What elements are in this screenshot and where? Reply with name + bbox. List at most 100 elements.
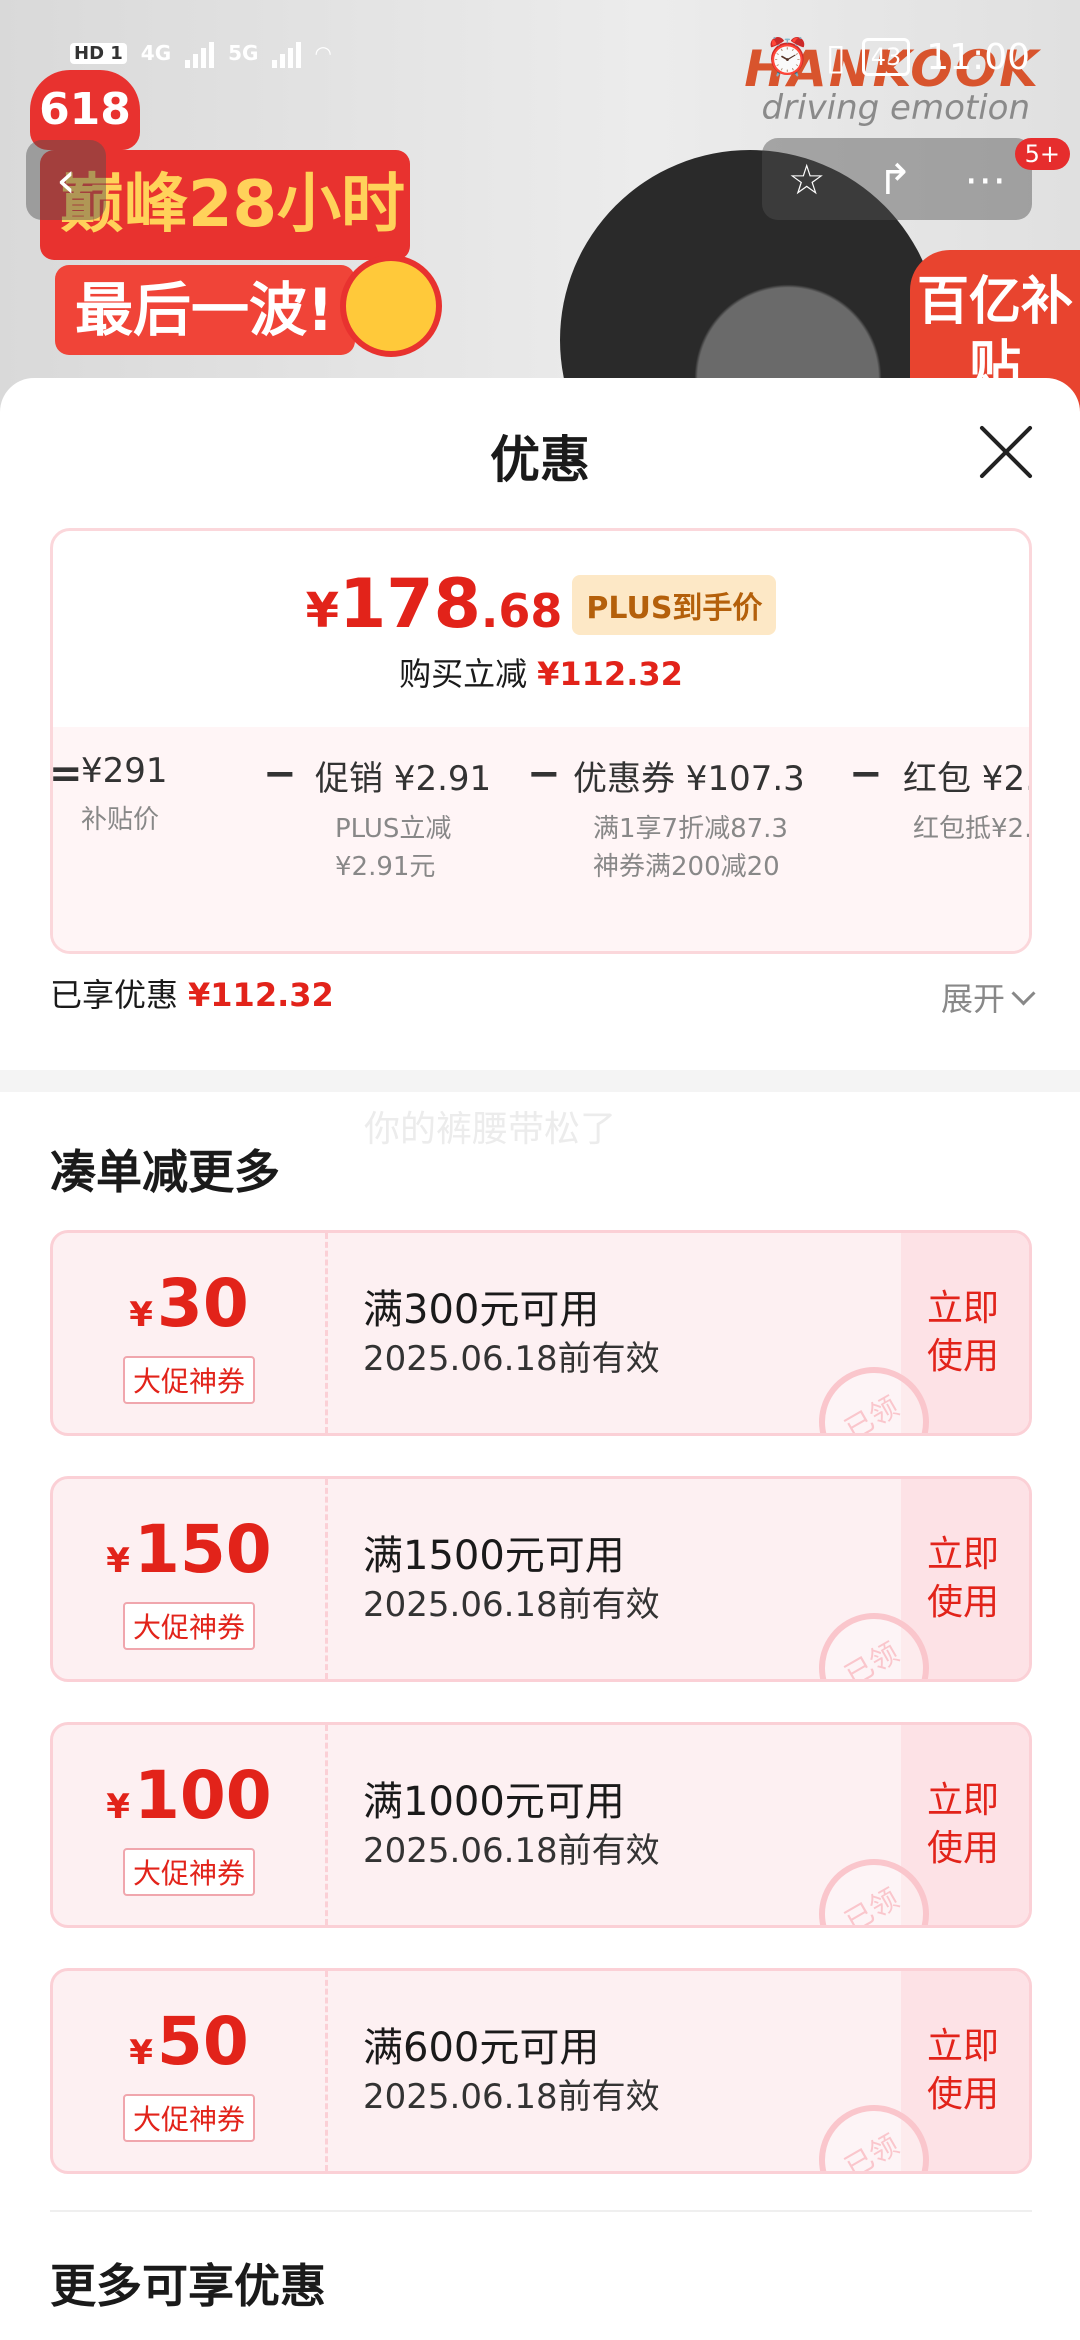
coupon-validity: 2025.06.18前有效 <box>363 1585 660 1625</box>
instant-discount-value: ¥112.32 <box>537 655 683 693</box>
breakdown-note-line: 神券满200减20 <box>593 852 780 882</box>
instant-discount-line: 购买立减 ¥112.32 <box>53 649 1029 695</box>
coupon-value: 100 <box>133 1757 272 1834</box>
clock-time: 11:00 <box>926 36 1030 78</box>
signal-icon <box>185 38 215 68</box>
coupon-amount: ¥30 <box>53 1269 325 1350</box>
sheet-title: 优惠 <box>490 431 590 489</box>
discount-sheet: 优惠 ¥178.68 PLUS到手价 购买立减 ¥112.32 = ¥291 补贴价… <box>0 378 1080 2340</box>
use-now-button[interactable]: 立即 使用 <box>921 2023 1005 2119</box>
coupon-currency: ¥ <box>106 1541 130 1581</box>
expand-label: 展开 <box>940 980 1005 1018</box>
coupon-tag: 大促神券 <box>122 1848 255 1896</box>
coupon-currency: ¥ <box>129 1295 153 1335</box>
enjoyed-discount: 已享优惠 ¥112.32 <box>50 970 334 1016</box>
coupon-divider <box>325 1479 328 1679</box>
back-button[interactable]: ‹ <box>26 140 106 220</box>
chevron-down-icon <box>1011 980 1036 1006</box>
coupon-condition: 满600元可用 <box>363 2025 600 2071</box>
minus-sign: − <box>849 751 883 797</box>
coupon-tag: 大促神券 <box>122 1602 255 1650</box>
use-now-button[interactable]: 立即 使用 <box>921 1777 1005 1873</box>
coupon-divider <box>325 1725 328 1925</box>
minus-sign: − <box>527 751 561 797</box>
plus-price-tag: PLUS到手价 <box>572 574 777 635</box>
top-action-group: ☆ ↱ ⋯ <box>762 138 1032 220</box>
coupon-value: 50 <box>156 2003 249 2080</box>
price-integer: 178 <box>338 565 481 644</box>
promo-banner-line2: 最后一波! <box>55 265 355 355</box>
alarm-icon: ⏰ <box>765 37 810 78</box>
breakdown-note: 满1享7折减87.3 神券满200减20 <box>573 810 805 886</box>
coupon-card: ¥30 大促神券 满300元可用 2025.06.18前有效 已领 立即 使用 <box>50 1230 1032 1436</box>
coupon-amount: ¥50 <box>53 2007 325 2088</box>
breakdown-note: PLUS立减 ¥2.91元 <box>315 810 491 886</box>
coupon-value: 30 <box>156 1265 249 1342</box>
coupon-validity: 2025.06.18前有效 <box>363 1339 660 1379</box>
coupon-card: ¥150 大促神券 满1500元可用 2025.06.18前有效 已领 立即 使用 <box>50 1476 1032 1682</box>
battery-indicator: 43 <box>861 38 911 76</box>
coupon-currency: ¥ <box>129 2033 153 2073</box>
final-price: ¥178.68 <box>306 565 563 644</box>
breakdown-head: 红包 ¥2.11 <box>903 759 1029 799</box>
coupon-divider <box>325 1971 328 2171</box>
coupon-tag: 大促神券 <box>122 1356 255 1404</box>
close-icon[interactable] <box>976 422 1036 482</box>
breakdown-item: 优惠券 ¥107.3 满1享7折减87.3 神券满200减20 <box>573 751 805 886</box>
network-5g: 5G <box>228 41 259 65</box>
use-now-button[interactable]: 立即 使用 <box>921 1285 1005 1381</box>
breakdown-note: 补贴价 <box>81 805 160 835</box>
coupon-amount: ¥100 <box>53 1761 325 1842</box>
share-icon[interactable]: ↱ <box>877 155 912 204</box>
breakdown-item: 红包 ¥2.11 红包抵¥2.11 <box>903 751 1032 848</box>
favorite-star-icon[interactable]: ☆ <box>788 155 826 204</box>
message-count-badge: 5+ <box>1014 138 1070 170</box>
breakdown-head: 促销 ¥2.91 <box>315 759 492 799</box>
enjoyed-label: 已享优惠 <box>50 976 179 1014</box>
breakdown-note-line: ¥2.91元 <box>335 852 436 882</box>
section-title-more-savings: 凑单减更多 <box>50 1145 280 1199</box>
breakdown-note-line: 满1享7折减87.3 <box>593 814 788 844</box>
coupon-validity: 2025.06.18前有效 <box>363 2077 660 2117</box>
coupon-value: 150 <box>133 1511 272 1588</box>
breakdown-item: ¥291 补贴价 <box>81 751 168 839</box>
minus-sign: = <box>50 751 83 797</box>
use-now-button[interactable]: 立即 使用 <box>921 1531 1005 1627</box>
price-decimal: .68 <box>480 584 563 638</box>
section-title-more-offers: 更多可享优惠 <box>50 2259 326 2313</box>
coupon-card: ¥50 大促神券 满600元可用 2025.06.18前有效 已领 立即 使用 <box>50 1968 1032 2174</box>
wifi-icon: ◠ <box>315 41 331 65</box>
coupon-amount: ¥150 <box>53 1515 325 1596</box>
coupon-condition: 满1500元可用 <box>363 1533 625 1579</box>
section-divider <box>0 1070 1080 1092</box>
status-bar: HD 1 4G 5G ◠ ⏰ ▯ 43 11:00 <box>0 0 1080 120</box>
instant-discount-label: 购买立减 <box>399 655 528 693</box>
alarm-clock-icon <box>340 255 442 357</box>
chevron-left-icon: ‹ <box>56 151 76 209</box>
watermark-text: 你的裤腰带松了 <box>364 1109 617 1150</box>
coupon-validity: 2025.06.18前有效 <box>363 1831 660 1871</box>
minus-sign: − <box>263 751 297 797</box>
price-summary-card: ¥178.68 PLUS到手价 购买立减 ¥112.32 = ¥291 补贴价 − … <box>50 528 1032 954</box>
enjoyed-value: ¥112.32 <box>188 976 334 1014</box>
coupon-currency: ¥ <box>106 1787 130 1827</box>
network-4g: 4G <box>140 41 172 65</box>
hd1-indicator: HD 1 <box>70 42 127 64</box>
breakdown-head: 优惠券 ¥107.3 <box>573 759 805 799</box>
vibrate-icon: ▯ <box>825 36 846 78</box>
divider <box>50 2210 1032 2212</box>
more-icon[interactable]: ⋯ <box>964 155 1006 204</box>
coupon-divider <box>325 1233 328 1433</box>
currency-symbol: ¥ <box>305 583 339 639</box>
breakdown-head: ¥291 <box>81 751 168 791</box>
coupon-tag: 大促神券 <box>122 2094 255 2142</box>
breakdown-note: 红包抵¥2.11 <box>913 814 1032 844</box>
breakdown-item: 促销 ¥2.91 PLUS立减 ¥2.91元 <box>315 751 491 886</box>
coupon-condition: 满300元可用 <box>363 1287 600 1333</box>
signal-icon-2 <box>272 38 302 68</box>
price-breakdown: = ¥291 补贴价 − 促销 ¥2.91 PLUS立减 ¥2.91元 − 优惠… <box>50 727 1032 951</box>
expand-button[interactable]: 展开 <box>940 974 1036 1020</box>
coupon-card: ¥100 大促神券 满1000元可用 2025.06.18前有效 已领 立即 使用 <box>50 1722 1032 1928</box>
coupon-condition: 满1000元可用 <box>363 1779 625 1825</box>
breakdown-note-line: PLUS立减 <box>335 814 452 844</box>
